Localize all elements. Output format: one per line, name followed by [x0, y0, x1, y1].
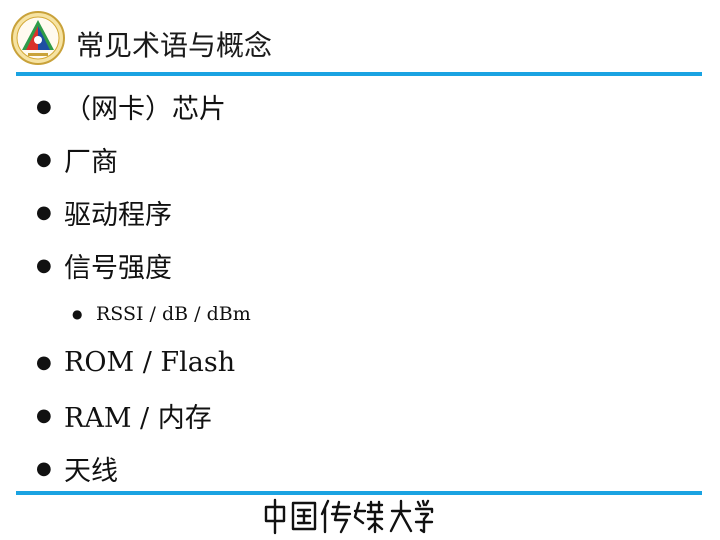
bullet-item: ● 信号强度 [36, 239, 686, 292]
bullet-dot-icon: ● [36, 254, 52, 276]
bullet-dot-icon: ● [36, 404, 52, 426]
bullet-item: ● 天线 [36, 442, 686, 495]
sub-bullet-item: ● RSSI / dB / dBm [36, 292, 686, 336]
university-calligraphy-signature [264, 498, 434, 535]
bullet-dot-icon: ● [36, 457, 52, 479]
university-logo [11, 11, 65, 65]
slide-title: 常见术语与概念 [76, 29, 273, 62]
bullet-item: ● RAM / 内存 [36, 389, 686, 442]
bullet-text: RAM / 内存 [64, 403, 212, 434]
bullet-item: ● 厂商 [36, 133, 686, 186]
bullet-dot-icon: ● [36, 201, 52, 223]
bullet-dot-icon: ● [36, 148, 52, 170]
bullet-text: 天线 [64, 456, 118, 487]
bullet-text: ROM / Flash [64, 347, 236, 378]
bullet-text: （网卡）芯片 [64, 94, 226, 125]
bullet-item: ● （网卡）芯片 [36, 80, 686, 133]
bullet-text: 厂商 [64, 147, 118, 178]
sub-bullet-text: RSSI / dB / dBm [96, 303, 251, 325]
bullet-item: ● 驱动程序 [36, 186, 686, 239]
bottom-divider [16, 491, 702, 495]
bullet-list: ● （网卡）芯片 ● 厂商 ● 驱动程序 ● 信号强度 ● RSSI / dB … [36, 80, 686, 495]
bullet-dot-icon: ● [36, 95, 52, 117]
bullet-text: 驱动程序 [64, 200, 172, 231]
bullet-dot-icon: ● [36, 351, 52, 373]
bullet-text: 信号强度 [64, 253, 172, 284]
bullet-item: ● ROM / Flash [36, 336, 686, 389]
top-divider [16, 72, 702, 76]
sub-bullet-dot-icon: ● [72, 307, 83, 321]
